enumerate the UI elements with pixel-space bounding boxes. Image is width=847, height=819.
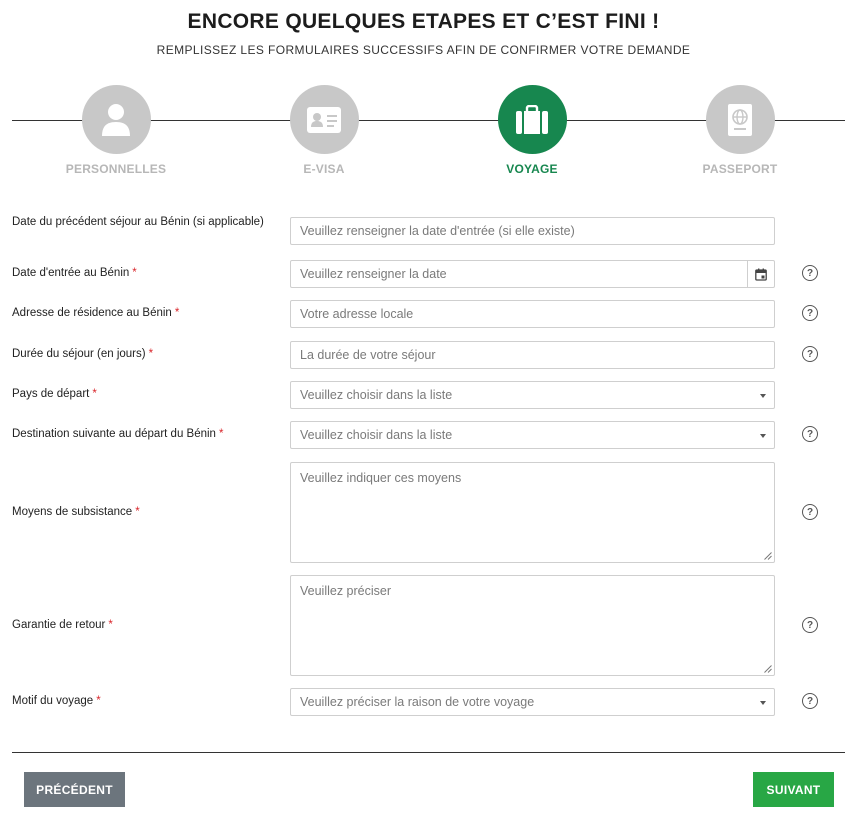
dropdown-arrow-icon xyxy=(760,394,766,398)
previous-stay-input[interactable]: Veuillez renseigner la date d'entrée (si… xyxy=(290,217,775,245)
help-icon[interactable]: ? xyxy=(802,346,818,362)
footer-divider xyxy=(12,752,845,753)
help-icon[interactable]: ? xyxy=(802,693,818,709)
required-mark: * xyxy=(108,619,113,631)
previous-stay-label: Date du précédent séjour au Bénin (si ap… xyxy=(12,216,264,228)
means-placeholder: Veuillez indiquer ces moyens xyxy=(300,471,462,485)
help-icon[interactable]: ? xyxy=(802,265,818,281)
duration-label: Durée du séjour (en jours) * xyxy=(12,348,154,360)
step-label: E-VISA xyxy=(303,162,345,176)
step-circle xyxy=(81,85,151,154)
means-textarea[interactable]: Veuillez indiquer ces moyens xyxy=(290,462,775,563)
row-duration: Durée du séjour (en jours) * La durée de … xyxy=(12,341,847,369)
row-entry-date: Date d'entrée au Bénin * Veuillez renseig… xyxy=(12,260,847,288)
passport-icon xyxy=(728,103,752,136)
user-icon xyxy=(102,103,130,136)
required-mark: * xyxy=(148,348,154,360)
step-evisa[interactable]: E-VISA xyxy=(249,85,399,176)
departure-country-label: Pays de départ * xyxy=(12,388,97,400)
step-circle xyxy=(289,85,359,154)
help-icon[interactable]: ? xyxy=(802,617,818,633)
help-icon[interactable]: ? xyxy=(802,504,818,520)
step-label: PERSONNELLES xyxy=(65,162,167,176)
calendar-button[interactable] xyxy=(747,261,774,287)
help-icon[interactable]: ? xyxy=(802,426,818,442)
address-input[interactable]: Votre adresse locale xyxy=(290,300,775,328)
duration-input[interactable]: La durée de votre séjour xyxy=(290,341,775,369)
row-means: Moyens de subsistance * Veuillez indiquer… xyxy=(12,462,847,563)
address-placeholder: Votre adresse locale xyxy=(300,307,414,321)
purpose-select[interactable]: Veuillez préciser la raison de votre voy… xyxy=(290,688,775,716)
departure-country-value: Veuillez choisir dans la liste xyxy=(300,388,453,402)
dropdown-arrow-icon xyxy=(760,434,766,438)
step-label: PASSEPORT xyxy=(702,162,778,176)
previous-stay-placeholder: Veuillez renseigner la date d'entrée (si… xyxy=(300,224,575,238)
required-mark: * xyxy=(135,506,140,518)
resize-handle-icon[interactable] xyxy=(764,665,772,673)
next-button[interactable]: SUIVANT xyxy=(753,772,834,807)
entry-date-input[interactable]: Veuillez renseigner la date xyxy=(290,260,775,288)
next-destination-select[interactable]: Veuillez choisir dans la liste xyxy=(290,421,775,449)
purpose-label: Motif du voyage * xyxy=(12,695,101,707)
step-label: VOYAGE xyxy=(506,162,558,176)
row-departure-country: Pays de départ * Veuillez choisir dans la… xyxy=(12,381,847,409)
return-guarantee-label: Garantie de retour * xyxy=(12,619,113,631)
step-circle xyxy=(705,85,775,154)
row-purpose: Motif du voyage * Veuillez préciser la ra… xyxy=(12,688,847,716)
entry-date-placeholder: Veuillez renseigner la date xyxy=(300,267,447,281)
step-personnelles[interactable]: PERSONNELLES xyxy=(41,85,191,176)
id-card-icon xyxy=(307,106,341,133)
duration-placeholder: La durée de votre séjour xyxy=(300,348,436,362)
required-mark: * xyxy=(132,267,137,279)
page-title: ENCORE QUELQUES ETAPES ET C’EST FINI ! xyxy=(187,10,660,33)
next-destination-label: Destination suivante au départ du Bénin * xyxy=(12,428,224,440)
return-guarantee-placeholder: Veuillez préciser xyxy=(300,584,392,598)
required-mark: * xyxy=(92,388,97,400)
dropdown-arrow-icon xyxy=(760,701,766,705)
means-label: Moyens de subsistance * xyxy=(12,506,140,518)
calendar-icon xyxy=(755,268,767,281)
step-passeport[interactable]: PASSEPORT xyxy=(665,85,815,176)
entry-date-label: Date d'entrée au Bénin * xyxy=(12,267,137,279)
next-destination-value: Veuillez choisir dans la liste xyxy=(300,428,453,442)
page-subtitle: REMPLISSEZ LES FORMULAIRES SUCCESSIFS AF… xyxy=(156,43,691,57)
required-mark: * xyxy=(218,428,224,440)
address-label: Adresse de résidence au Bénin * xyxy=(12,307,180,319)
departure-country-select[interactable]: Veuillez choisir dans la liste xyxy=(290,381,775,409)
help-icon[interactable]: ? xyxy=(802,305,818,321)
row-previous-stay: Date du précédent séjour au Bénin (si ap… xyxy=(12,214,847,248)
required-mark: * xyxy=(174,307,180,319)
step-circle xyxy=(497,85,567,154)
step-voyage[interactable]: VOYAGE xyxy=(457,85,607,176)
required-mark: * xyxy=(96,695,101,707)
purpose-value: Veuillez préciser la raison de votre voy… xyxy=(300,695,535,709)
return-guarantee-textarea[interactable]: Veuillez préciser xyxy=(290,575,775,676)
resize-handle-icon[interactable] xyxy=(764,552,772,560)
row-return-guarantee: Garantie de retour * Veuillez préciser ? xyxy=(12,575,847,676)
row-next-destination: Destination suivante au départ du Bénin *… xyxy=(12,421,847,449)
row-address: Adresse de résidence au Bénin * Votre adr… xyxy=(12,300,847,328)
previous-button[interactable]: PRÉCÉDENT xyxy=(24,772,125,807)
suitcase-icon xyxy=(516,104,548,134)
